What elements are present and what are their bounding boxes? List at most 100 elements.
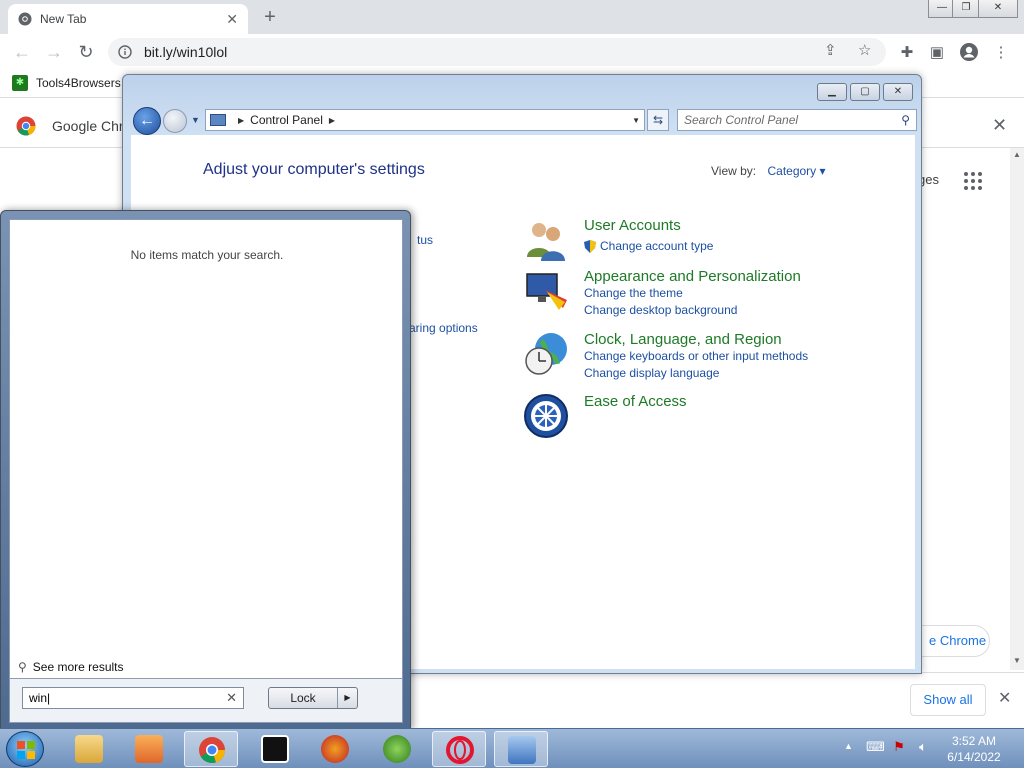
window-maximize-button[interactable]: ❐ — [952, 0, 980, 18]
cp-history-dropdown-icon[interactable]: ▼ — [191, 115, 200, 125]
link-change-theme[interactable]: Change the theme — [584, 286, 683, 300]
link-change-keyboards[interactable]: Change keyboards or other input methods — [584, 349, 808, 363]
link-text[interactable]: Change account type — [600, 239, 713, 253]
downloads-close-icon[interactable]: ✕ — [998, 688, 1011, 708]
search-icon: ⚲ — [18, 660, 27, 674]
cp-address-row: ← ▼ ▶ Control Panel ▶ ▼ ⇆ Search Control… — [129, 107, 917, 135]
page-scrollbar[interactable]: ▲ ▼ — [1010, 148, 1024, 670]
share-icon[interactable]: ⇪ — [824, 41, 837, 59]
bookmark-label: Tools4Browsers — [36, 76, 121, 90]
taskbar-windows-app[interactable] — [370, 731, 424, 767]
cp-minimize-button[interactable]: ▁ — [817, 83, 847, 101]
clock-date: 6/14/2022 — [947, 750, 1001, 764]
address-bar[interactable]: bit.ly/win10lol ⇪ ☆ — [108, 38, 886, 66]
view-by-label: View by: — [711, 164, 757, 178]
tab-title: New Tab — [40, 12, 87, 26]
cp-search-input[interactable]: Search Control Panel ⚲ — [677, 109, 917, 131]
breadcrumb-separator-icon[interactable]: ▶ — [329, 116, 335, 125]
link-change-desktop-background[interactable]: Change desktop background — [584, 303, 737, 317]
cp-close-button[interactable]: ✕ — [883, 83, 913, 101]
side-panel-icon[interactable]: ▣ — [926, 42, 948, 64]
diamond-app-icon — [261, 735, 289, 763]
browser-toolbar: ← → ↻ bit.ly/win10lol ⇪ ☆ ✚ ▣ ⋮ — [0, 34, 1024, 70]
breadcrumb-separator-icon[interactable]: ▶ — [238, 116, 244, 125]
chrome-icon — [199, 737, 226, 764]
partial-link-sharing[interactable]: aring options — [409, 321, 478, 335]
lock-button[interactable]: Lock ▶ — [268, 687, 358, 709]
chrome-logo-icon — [16, 116, 36, 136]
page-title: Adjust your computer's settings — [203, 161, 425, 178]
window-close-button[interactable]: ✕ — [978, 0, 1018, 18]
cp-breadcrumb[interactable]: ▶ Control Panel ▶ ▼ — [205, 109, 645, 131]
start-search-input[interactable]: win| ✕ — [22, 687, 244, 709]
power-options-arrow-icon[interactable]: ▶ — [337, 688, 357, 708]
see-more-label[interactable]: See more results — [33, 660, 124, 674]
forward-arrow-icon[interactable]: → — [42, 40, 66, 64]
tab-close-icon[interactable]: ✕ — [226, 11, 238, 28]
view-by-value[interactable]: Category — [767, 164, 816, 178]
taskbar-media-player[interactable] — [122, 731, 176, 767]
partial-link-status[interactable]: tus — [417, 233, 433, 247]
clear-search-icon[interactable]: ✕ — [226, 690, 237, 706]
scroll-down-arrow-icon[interactable]: ▼ — [1010, 656, 1024, 665]
cp-refresh-icon[interactable]: ⇆ — [647, 109, 669, 131]
breadcrumb-dropdown-icon[interactable]: ▼ — [632, 116, 640, 125]
search-icon[interactable]: ⚲ — [901, 113, 910, 127]
p-app-icon — [321, 735, 349, 763]
reload-icon[interactable]: ↻ — [74, 40, 98, 64]
scroll-up-arrow-icon[interactable]: ▲ — [1010, 150, 1024, 159]
start-button[interactable] — [6, 731, 44, 767]
user-accounts-icon — [527, 223, 565, 261]
taskbar-explorer[interactable] — [62, 731, 116, 767]
show-hidden-icons-icon[interactable]: ▲ — [844, 741, 853, 751]
search-input-value[interactable]: win — [29, 691, 47, 705]
clock-time: 3:52 AM — [951, 734, 997, 748]
bookmark-star-icon[interactable]: ☆ — [858, 41, 871, 59]
lock-label[interactable]: Lock — [269, 688, 337, 708]
cp-back-arrow-icon[interactable]: ← — [133, 107, 161, 135]
show-all-button[interactable]: Show all — [910, 684, 986, 716]
taskbar-chrome[interactable] — [184, 731, 238, 767]
see-more-results-link[interactable]: ⚲ See more results — [18, 660, 124, 674]
no-results-text: No items match your search. — [130, 248, 284, 262]
category-title[interactable]: Clock, Language, and Region — [584, 331, 782, 348]
infobar-close-icon[interactable]: ✕ — [992, 115, 1007, 136]
menu-kebab-icon[interactable]: ⋮ — [990, 42, 1012, 64]
tools4browsers-icon: ✱ — [12, 75, 28, 91]
category-title[interactable]: Appearance and Personalization — [584, 268, 801, 285]
control-panel-icon — [210, 114, 226, 126]
url-text: bit.ly/win10lol — [144, 44, 228, 60]
cp-forward-arrow-icon[interactable] — [163, 109, 187, 133]
start-menu: No items match your search. ⚲ See more r… — [0, 210, 411, 730]
category-title[interactable]: Ease of Access — [584, 393, 687, 410]
chrome-tab-icon — [18, 12, 32, 26]
clock-globe-icon — [525, 333, 567, 375]
info-icon — [118, 45, 132, 59]
taskbar-clock[interactable]: 3:52 AM 6/14/2022 — [942, 733, 1006, 765]
link-change-account-type[interactable]: Change account type — [584, 239, 713, 253]
tab-new-tab[interactable]: New Tab ✕ — [8, 4, 248, 34]
breadcrumb-control-panel[interactable]: Control Panel — [250, 113, 323, 127]
back-arrow-icon[interactable]: ← — [10, 40, 34, 64]
taskbar-opera[interactable] — [432, 731, 486, 767]
network-icon[interactable]: ⌨ — [866, 739, 885, 757]
action-center-flag-icon[interactable]: ⚑ — [890, 739, 908, 757]
extensions-puzzle-icon[interactable]: ✚ — [896, 42, 918, 64]
cp-caption-buttons: ▁ ▢ ✕ — [817, 83, 913, 101]
link-change-display-language[interactable]: Change display language — [584, 366, 719, 380]
opera-icon — [446, 736, 474, 764]
taskbar-app-p[interactable] — [308, 731, 362, 767]
taskbar-app-diamond[interactable] — [248, 731, 302, 767]
bookmark-tools4browsers[interactable]: ✱ Tools4Browsers — [12, 75, 121, 91]
taskbar-control-panel[interactable] — [494, 731, 548, 767]
uac-shield-icon — [584, 239, 596, 253]
ease-of-access-icon — [524, 394, 568, 438]
category-title[interactable]: User Accounts — [584, 217, 681, 234]
browser-tabstrip: New Tab ✕ + — ❐ ✕ — [0, 0, 1024, 34]
view-by-dropdown[interactable]: Category ▾ — [767, 164, 825, 178]
profile-avatar-icon[interactable] — [958, 42, 980, 64]
new-tab-button[interactable]: + — [260, 6, 280, 29]
cp-maximize-button[interactable]: ▢ — [850, 83, 880, 101]
volume-icon[interactable]: 🔈︎ — [914, 739, 932, 757]
start-menu-bottom: win| ✕ Lock ▶ — [9, 679, 403, 723]
